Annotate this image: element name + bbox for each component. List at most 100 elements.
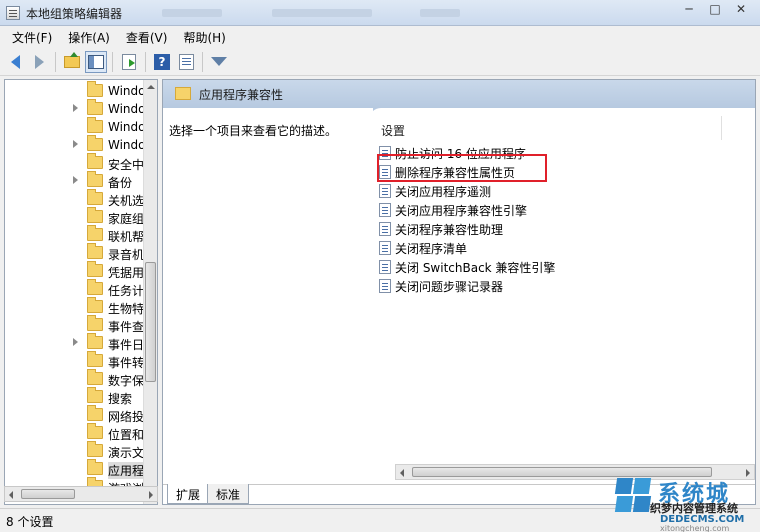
menu-help[interactable]: 帮助(H) [175, 26, 233, 48]
column-header-setting[interactable]: 设置 [381, 122, 405, 139]
policy-setting-icon [379, 222, 391, 236]
tree-item-label: 安全中 [108, 158, 145, 172]
tree-item[interactable]: Windo [5, 117, 155, 136]
tree-item[interactable]: Windo [5, 135, 155, 154]
app-icon [6, 6, 20, 20]
tree-item[interactable]: 生物特 [5, 297, 155, 316]
expand-arrow-icon[interactable] [73, 104, 78, 112]
close-icon[interactable]: ✕ [728, 0, 754, 18]
folder-icon [87, 189, 103, 205]
tree-item[interactable]: 录音机 [5, 243, 155, 262]
tree-item[interactable]: 演示文 [5, 441, 155, 460]
scroll-thumb[interactable] [145, 262, 156, 382]
tree-item[interactable]: 数字保 [5, 369, 155, 388]
tab-standard[interactable]: 标准 [207, 484, 250, 504]
up-level-button[interactable] [61, 51, 83, 73]
highlight-annotation [377, 154, 547, 182]
title-bar: 本地组策略编辑器 ─ □ ✕ [0, 0, 760, 26]
tree-item[interactable]: 事件查 [5, 315, 155, 334]
tree-item-label: 位置和 [108, 428, 145, 442]
setting-row[interactable]: 关闭问题步骤记录器 [379, 277, 503, 295]
scroll-left-icon[interactable] [400, 469, 404, 477]
blurred-tab [162, 9, 222, 17]
tree-item[interactable]: 备份 [5, 171, 155, 190]
toolbar-separator [145, 51, 146, 72]
setting-row[interactable]: 关闭应用程序遥测 [379, 182, 491, 200]
help-button[interactable]: ? [151, 51, 173, 73]
properties-icon [178, 53, 194, 70]
tree-pane-icon [88, 54, 104, 69]
tree-item[interactable]: 任务计 [5, 279, 155, 298]
tree-item-label: 事件日 [108, 338, 145, 352]
tree-item-label: 录音机 [108, 248, 145, 262]
tree-horizontal-scrollbar[interactable] [4, 486, 158, 502]
tree-item-label: 任务计 [108, 284, 145, 298]
filter-icon [211, 57, 227, 66]
export-list-button[interactable] [118, 51, 140, 73]
menu-view[interactable]: 查看(V) [118, 26, 176, 48]
tree-item[interactable]: 搜索 [5, 387, 155, 406]
toolbar-separator [202, 51, 203, 72]
tree-item[interactable]: 网络投 [5, 405, 155, 424]
setting-row[interactable]: 关闭 SwitchBack 兼容性引擎 [379, 258, 555, 276]
scroll-left-icon[interactable] [9, 491, 13, 499]
back-button[interactable] [4, 51, 26, 73]
tree-item[interactable]: 位置和 [5, 423, 155, 442]
details-pane: 应用程序兼容性 选择一个项目来查看它的描述。 设置 防止访问 16 位应用程序删… [162, 79, 756, 505]
tree-item-label: 事件查 [108, 320, 145, 334]
tree-item[interactable]: Windo [5, 81, 155, 100]
tree-item[interactable]: 关机选 [5, 189, 155, 208]
menu-file[interactable]: 文件(F) [4, 26, 60, 48]
folder-icon [87, 405, 103, 421]
policy-setting-icon [379, 279, 391, 293]
expand-arrow-icon[interactable] [73, 338, 78, 346]
tree-item[interactable]: 事件转 [5, 351, 155, 370]
scroll-up-icon[interactable] [147, 85, 155, 89]
folder-icon [87, 297, 103, 313]
expand-arrow-icon[interactable] [73, 176, 78, 184]
tree-vertical-scrollbar[interactable] [143, 80, 157, 504]
toolbar-separator [112, 51, 113, 72]
forward-button[interactable] [28, 51, 50, 73]
filter-button[interactable] [208, 51, 230, 73]
setting-row[interactable]: 关闭程序兼容性助理 [379, 220, 503, 238]
tab-extended[interactable]: 扩展 [167, 484, 210, 504]
folder-icon [87, 351, 103, 367]
tree-item[interactable]: Windo [5, 99, 155, 118]
setting-label: 关闭程序兼容性助理 [395, 222, 504, 237]
tree-item[interactable]: 应用程 [5, 459, 155, 479]
policy-setting-icon [379, 203, 391, 217]
help-icon: ? [154, 53, 170, 70]
expand-arrow-icon[interactable] [73, 140, 78, 148]
tree-item-label: Windo [108, 120, 146, 134]
show-tree-button[interactable] [85, 50, 107, 73]
minimize-icon[interactable]: ─ [676, 0, 702, 18]
tree-item-label: 搜索 [108, 392, 133, 406]
forward-arrow-icon [34, 54, 44, 69]
tree-item[interactable]: 家庭组 [5, 207, 155, 226]
tree-item[interactable]: 安全中 [5, 153, 155, 172]
blurred-tab [272, 9, 372, 17]
setting-label: 关闭程序清单 [395, 241, 468, 256]
scroll-right-icon[interactable] [149, 491, 153, 499]
scroll-thumb[interactable] [21, 489, 75, 499]
setting-row[interactable]: 关闭程序清单 [379, 239, 467, 257]
column-separator[interactable] [721, 116, 722, 140]
folder-icon [87, 423, 103, 439]
tree-item[interactable]: 事件日 [5, 333, 155, 352]
setting-row[interactable]: 关闭应用程序兼容性引擎 [379, 201, 527, 219]
folder-icon [87, 261, 103, 277]
setting-label: 关闭问题步骤记录器 [395, 279, 504, 294]
properties-button[interactable] [175, 51, 197, 73]
tree-item[interactable]: 凭据用 [5, 261, 155, 280]
details-title: 应用程序兼容性 [199, 88, 284, 102]
menu-action[interactable]: 操作(A) [60, 26, 118, 48]
tree-item-label: 关机选 [108, 194, 145, 208]
toolbar: ? [0, 48, 760, 76]
maximize-icon[interactable]: □ [702, 0, 728, 18]
tree-item[interactable]: 联机帮 [5, 225, 155, 244]
policy-setting-icon [379, 241, 391, 255]
folder-icon [87, 315, 103, 331]
tree-item-label: 数字保 [108, 374, 145, 388]
windows-logo-icon [614, 476, 654, 516]
